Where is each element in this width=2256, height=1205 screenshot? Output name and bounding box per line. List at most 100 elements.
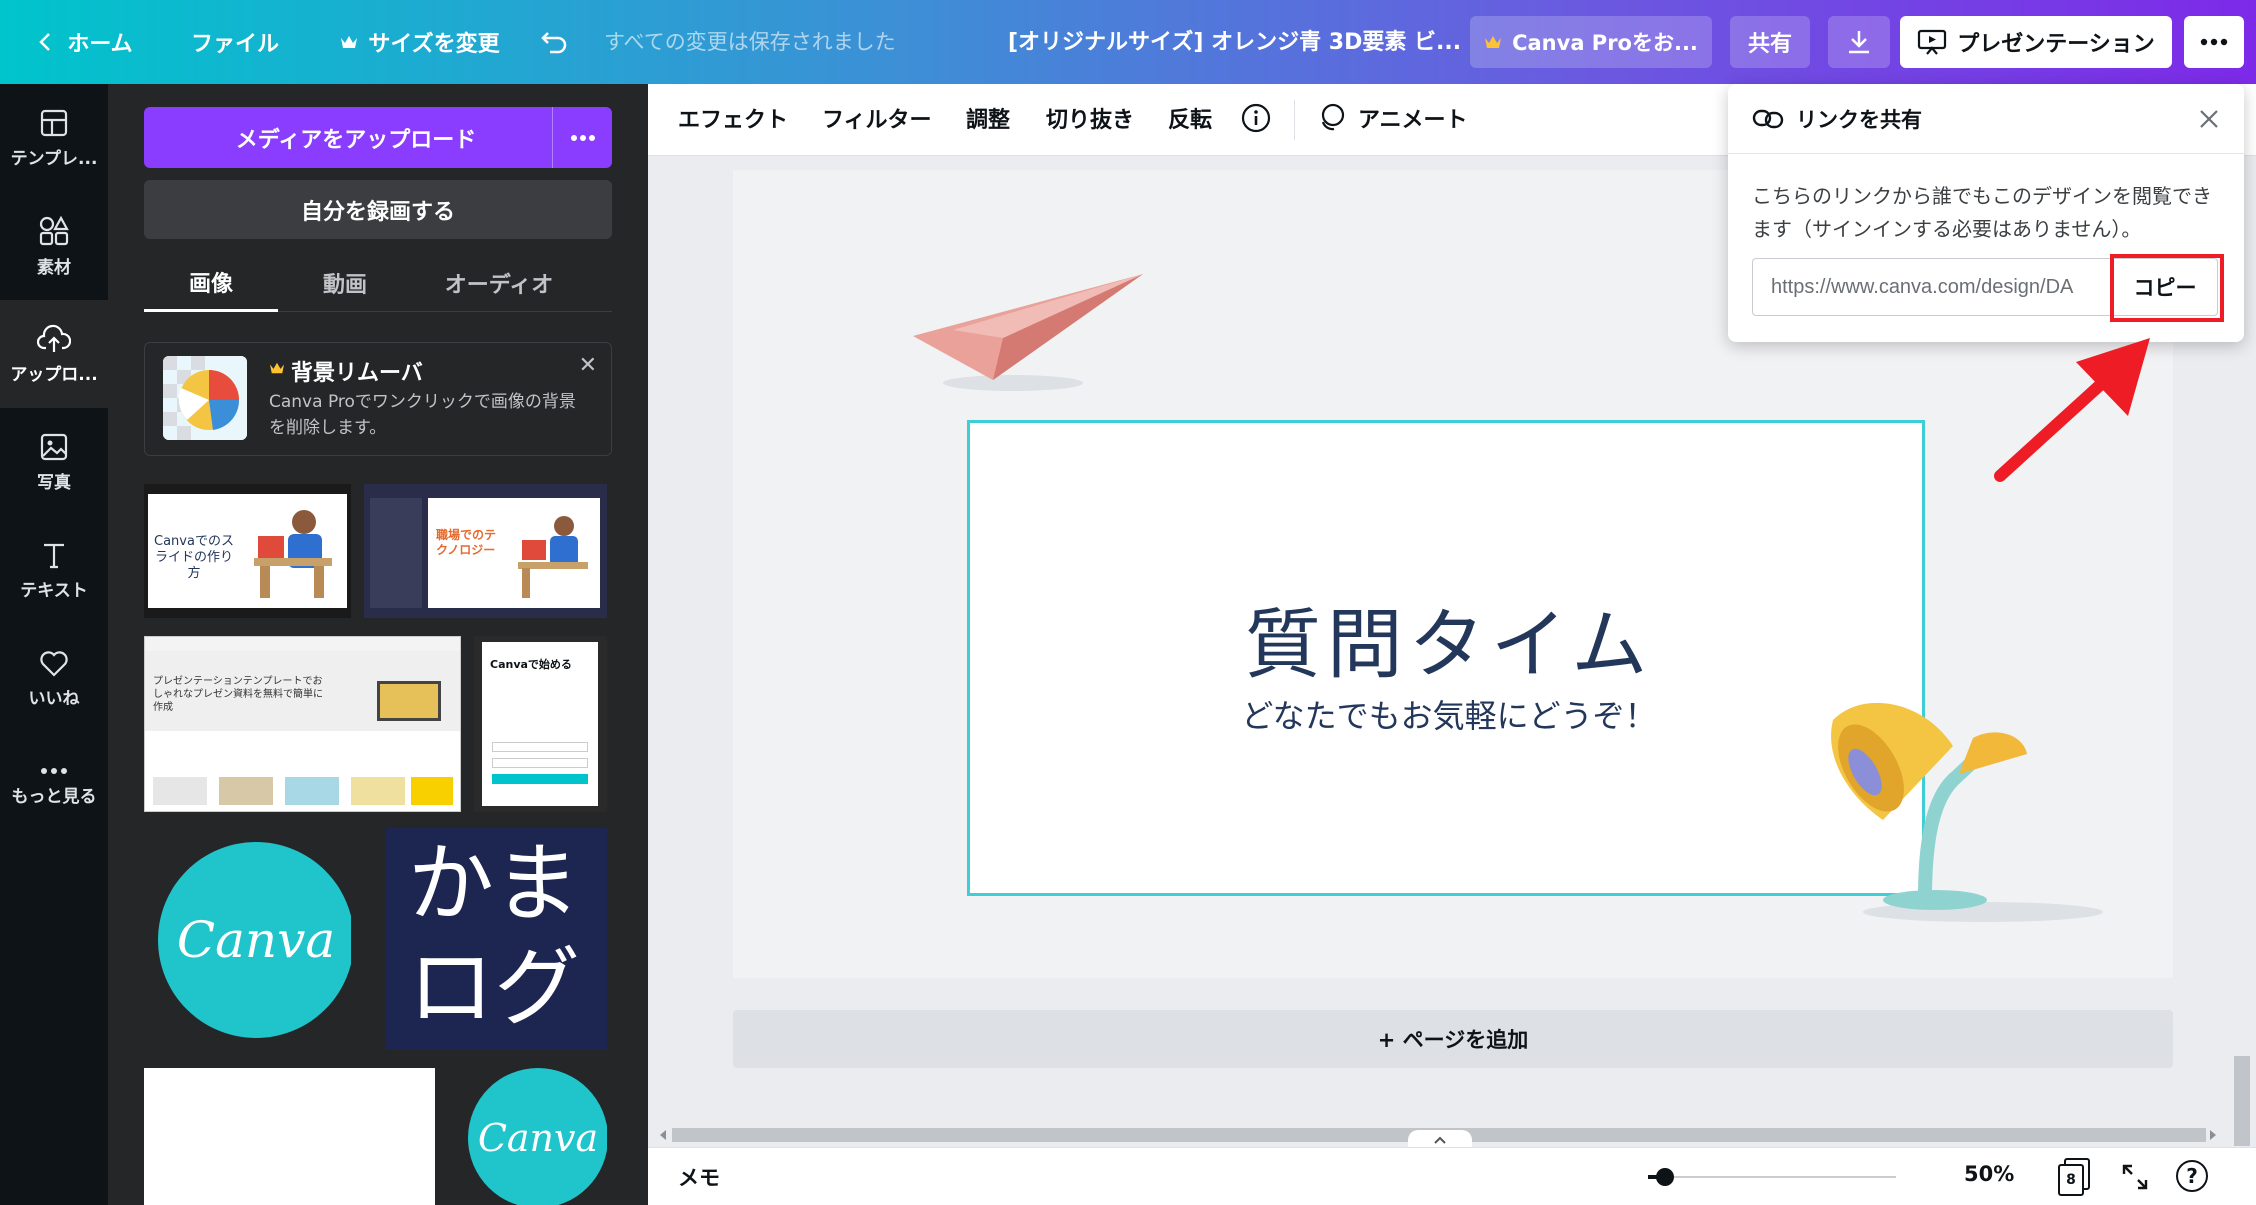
page-count: 8 — [2066, 1172, 2076, 1188]
thumb-text: Canvaで始める — [490, 658, 572, 671]
effects-button[interactable]: エフェクト — [678, 102, 788, 134]
tab-label: オーディオ — [444, 273, 554, 298]
share-popup-description: こちらのリンクから誰でもこのデザインを閲覧できます（サインインする必要はありませ… — [1752, 184, 2212, 241]
rail-item-templates[interactable]: テンプレ... — [0, 84, 108, 192]
rail-label: テキスト — [20, 580, 88, 601]
present-label: プレゼンテーション — [1957, 32, 2155, 57]
thumb-text: 職場でのテクノロジー — [436, 528, 497, 557]
thumb-laptop — [377, 681, 441, 721]
zoom-slider-track — [1648, 1176, 1896, 1178]
upload-thumb-canva-logo-2[interactable]: Canva — [448, 1068, 607, 1205]
upload-thumb-blank[interactable] — [144, 1068, 435, 1205]
media-tabs: 画像 動画 オーディオ — [144, 254, 612, 312]
thumb-slide: Canvaで始める — [482, 642, 598, 806]
more-options-button[interactable] — [2184, 16, 2244, 68]
add-page-label: + ページを追加 — [1377, 1028, 1529, 1052]
home-label: ホーム — [67, 32, 133, 57]
canva-pro-label: Canva Proをお... — [1512, 31, 1698, 55]
share-link-input[interactable] — [1752, 258, 2112, 316]
filter-button[interactable]: フィルター — [822, 102, 932, 134]
share-button[interactable]: 共有 — [1730, 16, 1810, 68]
zoom-slider-thumb[interactable] — [1656, 1168, 1674, 1186]
upload-media-label: メディアをアップロード — [235, 127, 477, 153]
notes-button[interactable]: メモ — [678, 1162, 720, 1192]
home-button[interactable]: ホーム — [24, 16, 144, 68]
canva-pro-button[interactable]: Canva Proをお... — [1470, 16, 1712, 68]
bg-remover-card[interactable]: 背景リムーバ Canva Proでワンクリックで画像の背景を削除します。 ✕ — [144, 342, 612, 456]
file-menu[interactable]: ファイル — [180, 16, 290, 68]
tab-videos[interactable]: 動画 — [278, 254, 412, 312]
share-label: 共有 — [1747, 32, 1792, 57]
download-button[interactable] — [1828, 16, 1890, 68]
heart-icon — [40, 650, 68, 677]
adjust-button[interactable]: 調整 — [966, 102, 1010, 134]
upload-thumb-3[interactable]: プレゼンテーションテンプレートでおしゃれなプレゼン資料を無料で簡単に作成 — [144, 636, 461, 812]
upload-media-button[interactable]: メディアをアップロード — [144, 107, 612, 168]
thumb-slide: Canvaでのスライドの作り方 — [148, 494, 347, 608]
link-icon — [1752, 109, 1784, 129]
rail-item-text[interactable]: テキスト — [0, 516, 108, 624]
zoom-level[interactable]: 50% — [1964, 1162, 2014, 1186]
more-dots-icon — [2200, 38, 2228, 46]
rail-item-uploads[interactable]: アップロ... — [0, 300, 108, 408]
close-icon[interactable] — [2198, 108, 2220, 130]
upload-thumb-1[interactable]: Canvaでのスライドの作り方 — [144, 484, 351, 618]
fullscreen-icon[interactable] — [2120, 1162, 2150, 1192]
close-icon[interactable]: ✕ — [579, 353, 597, 378]
beach-ball-thumbnail — [163, 356, 247, 440]
thumb-btn — [492, 758, 588, 768]
record-label: 自分を録画する — [300, 199, 455, 225]
thumb-slide: 職場でのテクノロジー — [428, 498, 600, 608]
upload-more-button[interactable] — [552, 107, 612, 168]
rail-item-photos[interactable]: 写真 — [0, 408, 108, 516]
tab-audio[interactable]: オーディオ — [414, 254, 584, 312]
rail-label: いいね — [28, 688, 80, 709]
animate-icon — [1321, 103, 1345, 131]
upload-thumb-2[interactable]: 職場でのテクノロジー — [364, 484, 607, 618]
desk-lamp-image[interactable] — [1813, 690, 2113, 930]
beach-ball-image — [163, 356, 247, 440]
selected-slide-frame[interactable]: 質問タイム どなたでもお気軽にどうぞ！ — [967, 420, 1925, 896]
page-stack-front: 8 — [2058, 1164, 2084, 1196]
rail-item-more[interactable]: もっと見る — [0, 732, 108, 840]
undo-button[interactable] — [536, 16, 584, 68]
zoom-slider[interactable] — [1648, 1168, 1896, 1186]
info-icon[interactable] — [1240, 102, 1272, 134]
upload-thumb-4[interactable]: Canvaで始める — [474, 636, 607, 812]
rail-item-elements[interactable]: 素材 — [0, 192, 108, 300]
thumb-row — [153, 777, 453, 805]
slide-subtitle[interactable]: どなたでもお気軽にどうぞ！ — [970, 691, 1928, 737]
animate-button[interactable]: アニメート — [1358, 102, 1468, 134]
download-icon — [1849, 31, 1869, 54]
resize-label: サイズを変更 — [368, 32, 500, 57]
paper-plane-image[interactable] — [913, 268, 1153, 398]
help-icon[interactable]: ? — [2176, 1160, 2208, 1192]
crown-icon — [341, 36, 358, 48]
bg-remover-desc: Canva Proでワンクリックで画像の背景を削除します。 — [269, 392, 576, 438]
layout-icon — [40, 109, 68, 136]
tab-images[interactable]: 画像 — [144, 254, 278, 312]
save-status: すべての変更は保存されました — [604, 30, 896, 54]
crop-button[interactable]: 切り抜き — [1046, 102, 1134, 134]
present-button[interactable]: プレゼンテーション — [1900, 16, 2172, 68]
upload-thumb-kamalog[interactable]: かま ログ — [386, 828, 607, 1050]
slide-title[interactable]: 質問タイム — [970, 583, 1928, 693]
kamalog-line2: ログ — [408, 938, 580, 1038]
rail-item-likes[interactable]: いいね — [0, 624, 108, 732]
upload-thumb-canva-logo[interactable]: Canva — [144, 828, 351, 1050]
copy-highlight-box — [2110, 254, 2224, 322]
add-page-button[interactable]: + ページを追加 — [733, 1010, 2173, 1068]
cloud-upload-icon — [37, 324, 71, 352]
document-title[interactable]: [オリジナルサイズ] オレンジ青 3D要素 ビ... — [1008, 24, 1461, 56]
rail-label: もっと見る — [11, 786, 97, 807]
share-popup-header: リンクを共有 — [1728, 84, 2244, 154]
thumb-text: プレゼンテーションテンプレートでおしゃれなプレゼン資料を無料で簡単に作成 — [153, 676, 323, 713]
flip-button[interactable]: 反転 — [1168, 102, 1212, 134]
record-yourself-button[interactable]: 自分を録画する — [144, 180, 612, 239]
side-nav: テンプレ... 素材 アップロ... 写真 テキスト いいね もっと見る — [0, 84, 108, 1205]
more-dots-icon — [570, 134, 595, 141]
page-count-button[interactable]: 8 — [2058, 1158, 2092, 1196]
thumb-hero: プレゼンテーションテンプレートでおしゃれなプレゼン資料を無料で簡単に作成 — [145, 651, 460, 731]
resize-button[interactable]: サイズを変更 — [330, 16, 510, 68]
bottom-bar: メモ 50% 8 ? — [648, 1147, 2256, 1205]
